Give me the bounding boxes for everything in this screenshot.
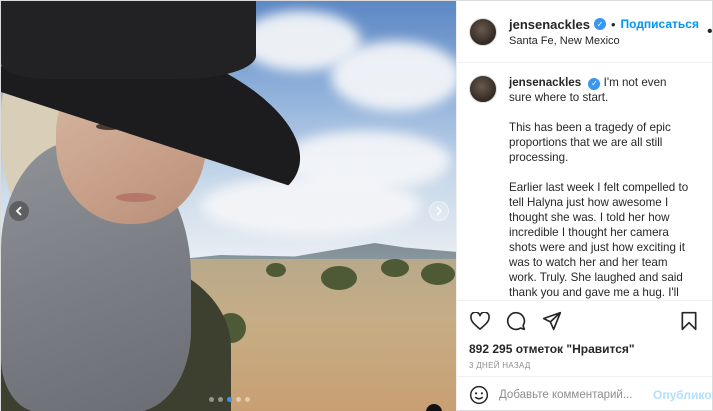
- post-sidebar: jensenackles ✓ • Подписаться Santa Fe, N…: [456, 1, 713, 411]
- comment-icon[interactable]: [505, 310, 527, 332]
- avatar[interactable]: [469, 17, 497, 46]
- caption-area: jensenackles ✓ I'm not even sure where t…: [457, 63, 712, 300]
- post-header: jensenackles ✓ • Подписаться Santa Fe, N…: [457, 1, 713, 63]
- bookmark-icon[interactable]: [678, 310, 700, 332]
- share-icon[interactable]: [541, 310, 563, 332]
- caption-paragraph: This has been a tragedy of epic proporti…: [509, 121, 671, 164]
- carousel-dot: [245, 397, 250, 402]
- person-photo: [1, 1, 301, 411]
- caption-row: jensenackles ✓ I'm not even sure where t…: [469, 75, 700, 300]
- bush: [421, 263, 455, 285]
- verified-badge-icon: ✓: [593, 18, 606, 30]
- carousel-indicator: [209, 397, 250, 402]
- comment-box: Опубликовать: [457, 376, 713, 411]
- post-actions: [457, 300, 712, 340]
- caption-text: jensenackles ✓ I'm not even sure where t…: [509, 75, 689, 300]
- chevron-right-icon[interactable]: [429, 201, 449, 221]
- lips: [116, 193, 156, 202]
- heart-icon[interactable]: [469, 310, 491, 332]
- post-media[interactable]: [1, 1, 456, 411]
- chevron-left-icon[interactable]: [9, 201, 29, 221]
- bush: [381, 259, 409, 277]
- cloud: [331, 41, 456, 111]
- emoji-icon[interactable]: [469, 385, 489, 405]
- caption-paragraph: Earlier last week I felt compelled to te…: [509, 181, 689, 299]
- more-horizontal-icon[interactable]: •••: [707, 23, 713, 41]
- verified-badge-icon: ✓: [588, 77, 601, 90]
- author-username[interactable]: jensenackles: [509, 17, 590, 32]
- carousel-dot: [218, 397, 223, 402]
- follow-button[interactable]: Подписаться: [621, 17, 699, 31]
- carousel-dot: [209, 397, 214, 402]
- post-container: jensenackles ✓ • Подписаться Santa Fe, N…: [0, 0, 713, 411]
- header-text: jensenackles ✓ • Подписаться Santa Fe, N…: [509, 17, 699, 47]
- caption-paragraph: jensenackles ✓ I'm not even sure where t…: [509, 75, 689, 105]
- carousel-dot: [227, 397, 232, 402]
- separator-dot: •: [610, 16, 616, 32]
- bush: [321, 266, 357, 290]
- comment-input[interactable]: [499, 388, 653, 401]
- carousel-dot: [236, 397, 241, 402]
- likes-count[interactable]: 892 295 отметок "Нравится": [457, 340, 712, 358]
- publish-button[interactable]: Опубликовать: [653, 388, 713, 402]
- location-link[interactable]: Santa Fe, New Mexico: [509, 35, 699, 47]
- post-timestamp[interactable]: 3 ДНЕЙ НАЗАД: [457, 358, 712, 376]
- avatar[interactable]: [469, 75, 497, 103]
- caption-username[interactable]: jensenackles: [509, 76, 581, 89]
- hat-crown: [1, 1, 256, 79]
